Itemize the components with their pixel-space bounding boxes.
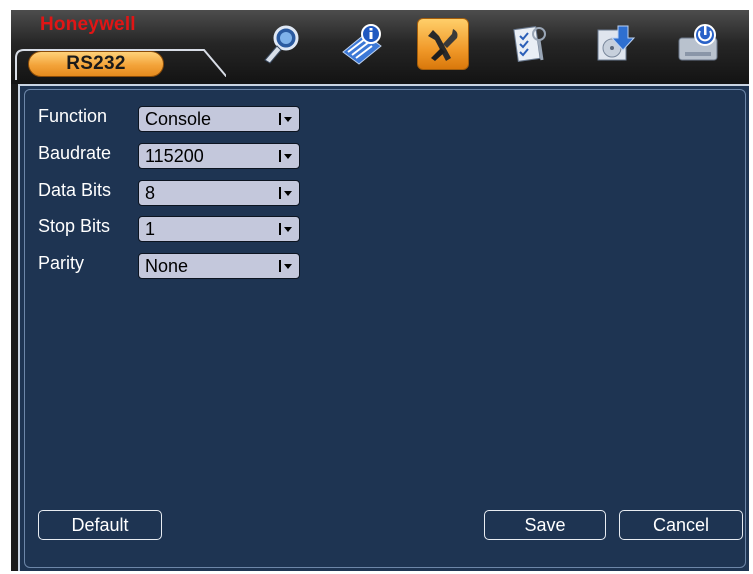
- brand-logo: Honeywell: [40, 14, 136, 35]
- tab-rs232[interactable]: RS232: [28, 51, 164, 77]
- shutdown-icon[interactable]: [672, 18, 724, 70]
- chevron-down-icon: [279, 113, 292, 125]
- baudrate-value: 115200: [145, 146, 204, 166]
- stop-bits-label: Stop Bits: [38, 216, 111, 236]
- function-label: Function: [38, 106, 108, 126]
- baudrate-select[interactable]: 115200: [138, 143, 300, 169]
- settings-panel-border: [24, 89, 746, 568]
- function-value: Console: [145, 109, 212, 129]
- parity-label: Parity: [38, 253, 85, 273]
- stop-bits-value: 1: [145, 219, 156, 239]
- chevron-down-icon: [279, 260, 292, 272]
- chevron-down-icon: [279, 187, 292, 199]
- save-button[interactable]: Save: [484, 510, 606, 540]
- chevron-down-icon: [279, 150, 292, 162]
- advanced-checklist-icon[interactable]: [504, 18, 556, 70]
- info-icon[interactable]: [336, 18, 388, 70]
- stop-bits-select[interactable]: 1: [138, 216, 300, 242]
- cancel-button[interactable]: Cancel: [619, 510, 743, 540]
- backup-icon[interactable]: [588, 18, 640, 70]
- default-button[interactable]: Default: [38, 510, 162, 540]
- chevron-down-icon: [279, 223, 292, 235]
- data-bits-select[interactable]: 8: [138, 180, 300, 206]
- settings-tools-icon[interactable]: [417, 18, 469, 70]
- baudrate-label: Baudrate: [38, 143, 112, 163]
- function-select[interactable]: Console: [138, 106, 300, 132]
- data-bits-value: 8: [145, 183, 156, 203]
- parity-value: None: [145, 256, 189, 276]
- data-bits-label: Data Bits: [38, 180, 112, 200]
- search-icon[interactable]: [256, 18, 308, 70]
- parity-select[interactable]: None: [138, 253, 300, 279]
